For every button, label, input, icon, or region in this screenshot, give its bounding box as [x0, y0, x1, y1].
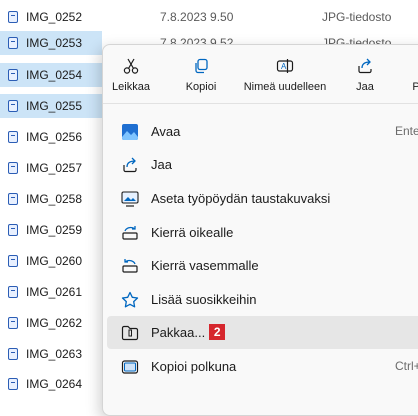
image-file-icon — [8, 11, 18, 23]
context-menu: Leikkaa Kopioi A Nimeä uudelleen Jaa P A… — [102, 44, 418, 416]
file-name: IMG_0262 — [26, 316, 83, 330]
menu-item-shortcut: Ctrl+ — [395, 359, 418, 373]
menu-item-rotate-left[interactable]: Kierrä vasemmalle — [107, 249, 418, 282]
file-name: IMG_0254 — [26, 68, 83, 82]
file-row[interactable]: IMG_0252 7.8.2023 9.50 JPG-tiedosto — [0, 4, 418, 30]
image-file-icon — [8, 224, 18, 236]
image-file-icon — [8, 193, 18, 205]
zip-folder-icon — [121, 325, 139, 341]
rename-icon: A — [276, 59, 294, 73]
file-name: IMG_0257 — [26, 161, 83, 175]
image-file-icon — [8, 37, 18, 49]
share-button[interactable]: Jaa — [348, 49, 382, 103]
wallpaper-icon — [121, 191, 139, 207]
star-icon — [121, 291, 139, 308]
menu-item-label: Pakkaa... 2 — [151, 316, 226, 349]
menu-item-open[interactable]: Avaa Ente — [107, 115, 418, 148]
delete-icon — [407, 57, 418, 75]
image-file-icon — [8, 69, 18, 81]
menu-item-compress[interactable]: Pakkaa... 2 — [107, 316, 418, 349]
file-name: IMG_0264 — [26, 377, 83, 391]
image-file-icon — [8, 100, 18, 112]
share-label: Jaa — [356, 81, 374, 93]
file-name: IMG_0258 — [26, 192, 83, 206]
file-name: IMG_0263 — [26, 347, 83, 361]
rename-button[interactable]: A Nimeä uudelleen — [235, 49, 335, 103]
cut-label: Leikkaa — [112, 81, 150, 93]
share-icon — [123, 157, 137, 173]
rotate-left-icon — [122, 259, 138, 273]
menu-item-copy-path[interactable]: Kopioi polkuna Ctrl+ — [107, 350, 418, 383]
rotate-right-icon — [122, 226, 138, 240]
image-file-icon — [8, 286, 18, 298]
scissors-icon — [123, 58, 139, 74]
step-badge: 2 — [209, 324, 226, 340]
file-type: JPG-tiedosto — [322, 10, 392, 24]
menu-item-set-wallpaper[interactable]: Aseta työpöydän taustakuvaksi — [107, 182, 418, 215]
image-file-icon — [8, 131, 18, 143]
menu-item-label: Kierrä vasemmalle — [151, 258, 259, 273]
image-file-icon — [8, 348, 18, 360]
copy-label: Kopioi — [185, 81, 217, 93]
copy-path-icon — [121, 360, 139, 374]
image-file-icon — [8, 378, 18, 390]
image-file-icon — [8, 255, 18, 267]
menu-divider — [103, 103, 418, 104]
menu-item-label: Aseta työpöydän taustakuvaksi — [151, 191, 331, 206]
menu-item-label: Lisää suosikkeihin — [151, 292, 257, 307]
svg-text:A: A — [281, 62, 287, 71]
file-name: IMG_0253 — [26, 36, 83, 50]
menu-item-label: Avaa — [151, 124, 181, 139]
photos-icon — [122, 124, 138, 140]
cut-button[interactable]: Leikkaa — [111, 49, 151, 103]
share-icon — [358, 58, 372, 74]
menu-item-add-favorites[interactable]: Lisää suosikkeihin — [107, 283, 418, 316]
menu-item-label: Kierrä oikealle — [151, 225, 234, 240]
file-name: IMG_0260 — [26, 254, 83, 268]
file-name: IMG_0259 — [26, 223, 83, 237]
menu-item-shortcut: Ente — [395, 124, 418, 138]
copy-icon — [195, 58, 208, 74]
image-file-icon — [8, 162, 18, 174]
compress-label: Pakkaa... — [151, 325, 206, 340]
menu-item-label: Kopioi polkuna — [151, 359, 237, 374]
quick-actions-bar: Leikkaa Kopioi A Nimeä uudelleen Jaa P — [103, 45, 418, 104]
delete-label: P — [412, 81, 418, 93]
copy-button[interactable]: Kopioi — [177, 49, 225, 103]
file-date: 7.8.2023 9.50 — [160, 10, 234, 24]
delete-button[interactable]: P — [401, 49, 418, 103]
file-name: IMG_0256 — [26, 130, 83, 144]
image-file-icon — [8, 317, 18, 329]
file-name: IMG_0255 — [26, 99, 83, 113]
rename-label: Nimeä uudelleen — [243, 81, 327, 93]
menu-item-share[interactable]: Jaa — [107, 148, 418, 181]
file-name: IMG_0252 — [26, 10, 83, 24]
menu-item-rotate-right[interactable]: Kierrä oikealle — [107, 216, 418, 249]
menu-item-label: Jaa — [151, 157, 172, 172]
file-name: IMG_0261 — [26, 285, 83, 299]
